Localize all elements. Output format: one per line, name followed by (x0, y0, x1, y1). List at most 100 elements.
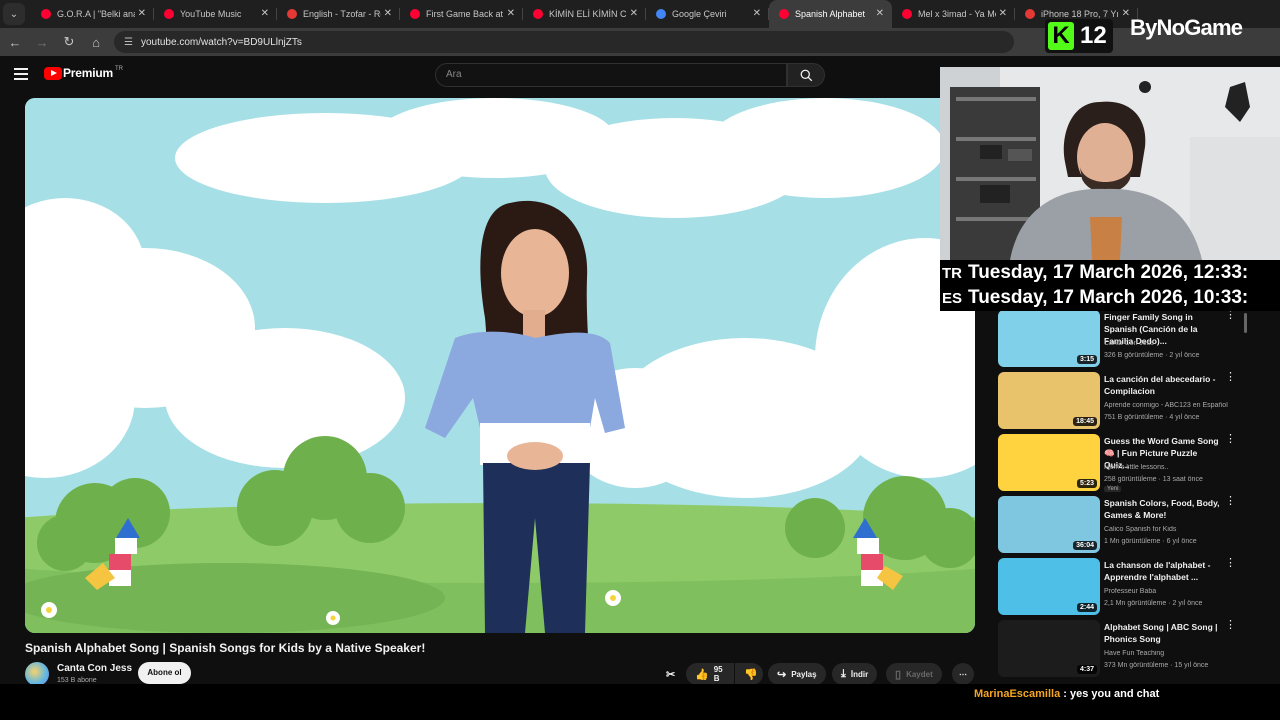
webcam-frame (940, 67, 1280, 260)
tab-title: G.O.R.A | "Belki anam (57, 9, 135, 19)
recommendation-channel[interactable]: Canta Con Jess (1104, 340, 1244, 347)
subscriber-count: 153 B abone (57, 677, 97, 684)
tab-close-icon[interactable]: ✕ (384, 8, 392, 19)
more-options-icon[interactable]: ⋮ (1225, 372, 1236, 383)
download-label: İndir (850, 669, 869, 679)
recommendation-thumbnail[interactable]: 36:04 (998, 496, 1100, 553)
share-button[interactable]: ↪ Paylaş (768, 663, 826, 685)
recommendation-thumbnail[interactable]: 4:37 (998, 620, 1100, 677)
browser-tab[interactable]: KİMİN ELİ KİMİN CEB✕ (523, 0, 646, 28)
recommendation-thumbnail[interactable]: 18:45 (998, 372, 1100, 429)
reload-icon[interactable]: ↻ (57, 30, 81, 54)
menu-icon[interactable] (14, 68, 28, 83)
download-button[interactable]: ⤓ İndir (832, 663, 878, 685)
recommendation-item[interactable]: 2:44 La chanson de l'alphabet - Apprendre… (998, 558, 1248, 616)
recommendation-title[interactable]: Alphabet Song | ABC Song | Phonics Song (1104, 621, 1222, 645)
tab-close-icon[interactable]: ✕ (1122, 8, 1130, 19)
recommendation-channel[interactable]: Aprende conmigo - ABC123 en Español (1104, 402, 1244, 409)
youtube-premium-logo[interactable]: Premium TR (44, 66, 123, 80)
back-icon[interactable]: ← (3, 30, 27, 54)
more-options-icon[interactable]: ⋮ (1225, 310, 1236, 321)
recommendation-item[interactable]: 3:15 Finger Family Song in Spanish (Canci… (998, 310, 1248, 368)
share-label: Paylaş (791, 669, 817, 679)
video-duration: 3:15 (1076, 355, 1097, 364)
video-duration: 2:44 (1076, 603, 1097, 612)
recommendation-item[interactable]: 36:04 Spanish Colors, Food, Body, Games &… (998, 496, 1248, 554)
recommendation-channel[interactable]: Mom's little lessons.. (1104, 464, 1244, 471)
recommendation-channel[interactable]: Have Fun Teaching (1104, 650, 1244, 657)
browser-tab[interactable]: YouTube Music ✕ (154, 0, 277, 28)
tab-close-icon[interactable]: ✕ (999, 8, 1007, 19)
tab-favicon-icon (656, 9, 666, 19)
recommendation-item[interactable]: 5:23 Guess the Word Game Song 🧠 | Fun Pic… (998, 434, 1248, 492)
video-title: Spanish Alphabet Song | Spanish Songs fo… (25, 641, 426, 655)
recommendations-scrollbar[interactable] (1244, 313, 1247, 333)
site-info-icon[interactable]: ☰ (124, 37, 133, 48)
new-badge: Yeni (1104, 486, 1122, 492)
tab-close-icon[interactable]: ✕ (261, 8, 269, 19)
recommendation-thumbnail[interactable]: 5:23 (998, 434, 1100, 491)
video-duration: 5:23 (1076, 479, 1097, 488)
recommendation-thumbnail[interactable]: 3:15 (998, 310, 1100, 367)
channel-avatar[interactable] (25, 662, 49, 686)
tab-favicon-icon (410, 9, 420, 19)
dislike-button[interactable]: 👎 (735, 663, 763, 685)
browser-tab[interactable]: First Game Back at Th✕ (400, 0, 523, 28)
more-options-icon[interactable]: ⋮ (1225, 434, 1236, 445)
clock-tr-time: Tuesday, 17 March 2026, 12:33: (968, 262, 1249, 283)
more-icon: ⋯ (959, 669, 967, 679)
like-button[interactable]: 👍 95 B (686, 663, 734, 685)
more-actions-button[interactable]: ⋯ (952, 663, 974, 685)
clock-es: ES Tuesday, 17 March 2026, 10:33: (940, 285, 1280, 311)
subscribe-button[interactable]: Abone ol (138, 662, 191, 684)
recommendation-title[interactable]: La canción del abecedario - Compilacion (1104, 373, 1222, 397)
recommendation-item[interactable]: 4:37 Alphabet Song | ABC Song | Phonics S… (998, 620, 1248, 678)
browser-tab[interactable]: G.O.R.A | "Belki anam✕ (31, 0, 154, 28)
home-icon[interactable]: ⌂ (84, 30, 108, 54)
clip-button[interactable]: ✂ (662, 663, 679, 685)
tab-close-icon[interactable]: ✕ (507, 8, 515, 19)
video-frame (25, 98, 975, 633)
address-bar[interactable]: ☰ youtube.com/watch?v=BD9ULlnjZTs (114, 31, 1014, 53)
tab-close-icon[interactable]: ✕ (876, 8, 884, 19)
kick-viewer-count: 12 (1080, 22, 1107, 49)
more-options-icon[interactable]: ⋮ (1225, 620, 1236, 631)
tab-favicon-icon (164, 9, 174, 19)
tab-search-button[interactable]: ⌄ (3, 3, 25, 25)
like-count: 95 B (713, 665, 723, 683)
channel-name[interactable]: Canta Con Jess (57, 663, 132, 674)
screen: ⌄ G.O.R.A | "Belki anam✕YouTube Music✕En… (0, 0, 1280, 720)
browser-tab[interactable]: Google Çeviri ✕ (646, 0, 769, 28)
browser-tab[interactable]: English - Tzofar - Red✕ (277, 0, 400, 28)
url-text: youtube.com/watch?v=BD9ULlnjZTs (140, 36, 302, 48)
search-input[interactable]: Ara (435, 63, 787, 87)
recommendation-meta: 373 Mn görüntüleme · 15 yıl önce (1104, 662, 1209, 669)
browser-tab[interactable]: Spanish Alphabet ✕ (769, 0, 892, 28)
recommendation-title[interactable]: La chanson de l'alphabet - Apprendre l'a… (1104, 559, 1222, 583)
recommendation-channel[interactable]: Professeur Baba (1104, 588, 1244, 595)
more-options-icon[interactable]: ⋮ (1225, 496, 1236, 507)
forward-icon[interactable]: → (30, 30, 54, 54)
tab-close-icon[interactable]: ✕ (753, 8, 761, 19)
recommendation-meta: 1 Mn görüntüleme · 6 yıl önce (1104, 538, 1197, 545)
share-icon: ↪ (777, 668, 787, 681)
recommendation-channel[interactable]: Calico Spanish for Kids (1104, 526, 1244, 533)
more-options-icon[interactable]: ⋮ (1225, 558, 1236, 569)
clock-tr-code: TR (942, 265, 962, 282)
recommendation-title[interactable]: Spanish Colors, Food, Body, Games & More… (1104, 497, 1222, 521)
tab-close-icon[interactable]: ✕ (630, 8, 638, 19)
tab-favicon-icon (287, 9, 297, 19)
video-duration: 18:45 (1073, 417, 1097, 426)
browser-tab[interactable]: Mel x 3imad - Ya Mo ✕ (892, 0, 1015, 28)
video-player[interactable] (25, 98, 975, 633)
search-button[interactable] (787, 63, 825, 87)
tab-title: KİMİN ELİ KİMİN CEB (549, 9, 627, 19)
clock-es-code: ES (942, 290, 963, 307)
tab-close-icon[interactable]: ✕ (138, 8, 146, 19)
recommendation-item[interactable]: 18:45 La canción del abecedario - Compila… (998, 372, 1248, 430)
chat-username: MarinaEscamilla (974, 688, 1061, 700)
video-duration: 4:37 (1076, 665, 1097, 674)
save-button[interactable]: ▯ Kaydet (886, 663, 942, 685)
recommendation-thumbnail[interactable]: 2:44 (998, 558, 1100, 615)
search-icon (800, 69, 812, 81)
